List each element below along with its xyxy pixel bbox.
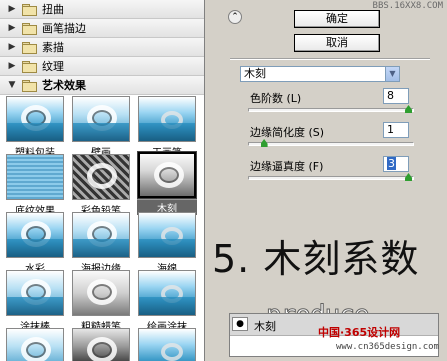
filter-type-value: 木刻 (244, 67, 266, 80)
param-edge-fidelity-label: 边缘逼真度 (F) (250, 160, 324, 173)
collapse-gallery-button[interactable]: ⌃ (228, 10, 242, 24)
filter-colored-pencil[interactable]: 彩色铅笔 (71, 154, 131, 217)
folder-sketch[interactable]: ▶ 素描 (0, 38, 204, 57)
folder-brush-strokes[interactable]: ▶ 画笔描边 (0, 19, 204, 38)
watermark-text: BBS.16XX8.COM (372, 1, 443, 11)
folder-icon (22, 61, 37, 73)
folder-label: 艺术效果 (42, 79, 86, 92)
filter-paint-daubs[interactable]: 绘画涂抹 (137, 270, 197, 333)
filter-underpainting[interactable]: 底纹效果 (5, 154, 65, 217)
expand-arrow-icon[interactable]: ▶ (6, 4, 18, 14)
filter-dry-brush[interactable]: 干画笔 (137, 96, 197, 159)
filter-thumbnail-partial[interactable] (5, 328, 65, 361)
watermark-site-name: 中国·365设计网 (318, 326, 401, 339)
param-edge-simplicity-input[interactable]: 1 (383, 122, 409, 138)
filter-thumbnail (72, 270, 130, 316)
filter-thumbnail-partial[interactable] (71, 328, 131, 361)
folder-icon (22, 4, 37, 16)
filter-rough-pastels[interactable]: 粗糙蜡笔 (71, 270, 131, 333)
filter-thumbnail (6, 96, 64, 142)
expand-arrow-icon[interactable]: ▶ (6, 61, 18, 71)
filter-type-select[interactable]: 木刻 ▼ (240, 66, 400, 82)
filter-thumbnail (72, 154, 130, 200)
filter-watercolor[interactable]: 水彩 (5, 212, 65, 275)
filter-thumbnail (138, 212, 196, 258)
watermark-url: www.cn365design.com (336, 342, 439, 352)
filter-thumbnail (137, 151, 197, 199)
chevron-down-icon[interactable]: ▼ (385, 67, 399, 81)
filter-cutout[interactable]: 木刻 (137, 151, 197, 215)
filter-thumbnail (72, 328, 130, 361)
effect-layer-name: 木刻 (254, 320, 276, 333)
selected-value: 3 (387, 157, 396, 170)
filter-thumbnail-partial[interactable] (137, 328, 197, 361)
filter-smudge-stick[interactable]: 涂抹棒 (5, 270, 65, 333)
filter-fresco[interactable]: 壁画 (71, 96, 131, 159)
folder-distort[interactable]: ▶ 扭曲 (0, 0, 204, 19)
collapse-arrow-icon[interactable]: ▼ (6, 80, 18, 90)
folder-icon (22, 42, 37, 54)
step-caption: 5. 木刻系数 (212, 237, 420, 281)
filter-thumbnail (138, 270, 196, 316)
divider (230, 58, 430, 59)
param-edge-fidelity-slider[interactable] (248, 176, 414, 180)
filter-thumbnail (138, 96, 196, 142)
folder-label: 扭曲 (42, 3, 64, 16)
filter-thumbnail (6, 328, 64, 361)
filter-gallery-list: ▶ 扭曲 ▶ 画笔描边 ▶ 素描 ▶ 纹理 ▼ 艺术效果 塑料包装 壁画 干画 (0, 0, 205, 361)
folder-label: 素描 (42, 41, 64, 54)
filter-sponge[interactable]: 海绵 (137, 212, 197, 275)
filter-thumbnail (6, 212, 64, 258)
filter-thumbnail (6, 154, 64, 200)
param-edge-simplicity-slider[interactable] (248, 142, 414, 146)
filter-thumbnail (72, 212, 130, 258)
folder-texture[interactable]: ▶ 纹理 (0, 57, 204, 76)
param-edge-fidelity-input[interactable]: 3 (383, 156, 409, 172)
filter-thumbnail (6, 270, 64, 316)
filter-thumbnail (72, 96, 130, 142)
param-levels-slider[interactable] (248, 108, 414, 112)
folder-icon (22, 23, 37, 35)
expand-arrow-icon[interactable]: ▶ (6, 23, 18, 33)
folder-label: 画笔描边 (42, 22, 86, 35)
filter-thumbnail (138, 328, 196, 361)
folder-label: 纹理 (42, 60, 64, 73)
ok-button[interactable]: 确定 (294, 10, 380, 28)
param-levels-input[interactable]: 8 (383, 88, 409, 104)
expand-arrow-icon[interactable]: ▶ (6, 42, 18, 52)
filter-plastic-wrap[interactable]: 塑料包装 (5, 96, 65, 159)
cancel-button[interactable]: 取消 (294, 34, 380, 52)
param-levels-label: 色阶数 (L) (250, 92, 302, 105)
folder-artistic[interactable]: ▼ 艺术效果 (0, 76, 204, 95)
param-edge-simplicity-label: 边缘简化度 (S) (250, 126, 325, 139)
eye-icon[interactable]: ● (232, 317, 248, 331)
folder-open-icon (22, 80, 37, 92)
filter-poster-edges[interactable]: 海报边缘 (71, 212, 131, 275)
